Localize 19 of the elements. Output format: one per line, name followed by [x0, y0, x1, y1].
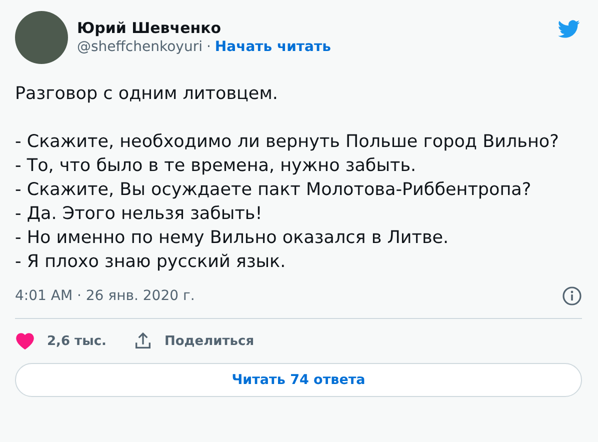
read-replies-button[interactable]: Читать 74 ответа [15, 363, 582, 397]
timestamp-link[interactable]: 4:01 AM · 26 янв. 2020 г. [15, 288, 195, 304]
tweet-text: - Но именно по нему Вильно оказался в Литве. [15, 227, 450, 250]
separator-dot: · [206, 39, 211, 55]
tweet-text: - Я плохо знаю русский язык. [15, 251, 287, 274]
like-button[interactable]: 2,6 тыс. [15, 331, 106, 351]
tweet-text: - То, что было в те времена, нужно забыть. [15, 155, 418, 178]
info-icon[interactable] [562, 286, 582, 306]
share-icon [132, 331, 152, 351]
tweet-text: Разговор с одним литовцем. [15, 83, 279, 106]
tweet-text: - Скажите, необходимо ли вернуть Польше город Вильно? [15, 131, 560, 154]
author-name[interactable]: Юрий Шевченко [77, 19, 547, 37]
share-button[interactable]: Поделиться [132, 331, 254, 351]
bird-logo-icon[interactable] [556, 18, 582, 40]
follow-link[interactable]: Начать читать [214, 39, 331, 55]
tweet-text: - Скажите, Вы осуждаете пакт Молотова-Риббентропа? [15, 179, 532, 202]
avatar-photo-placeholder[interactable] [15, 10, 68, 64]
author-handle[interactable]: @sheffchenkoyuri [77, 39, 202, 55]
tweet-text: - Да. Этого нельзя забыть! [15, 203, 264, 226]
